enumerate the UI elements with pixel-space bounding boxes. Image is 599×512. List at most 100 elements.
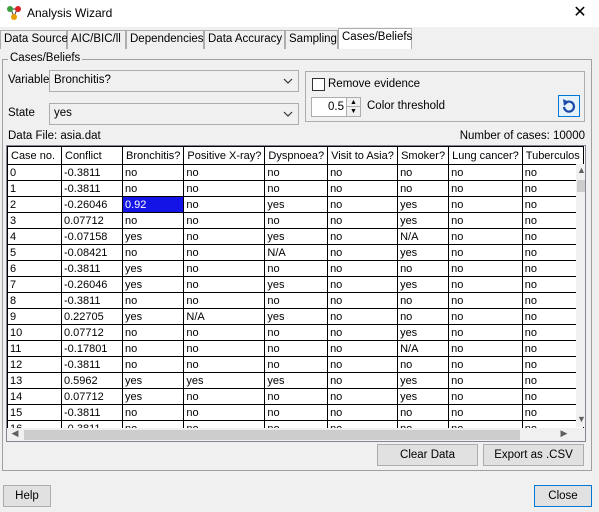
export-csv-button[interactable]: Export as .CSV — [483, 444, 584, 466]
table-row[interactable]: 7 -0.26046 yes no yes no yes no no — [7, 276, 584, 293]
table-cell[interactable]: no — [327, 292, 399, 309]
horizontal-scroll-thumb[interactable] — [24, 430, 520, 440]
table-cell[interactable]: -0.3811 — [61, 260, 123, 277]
scroll-right-icon[interactable]: ▶ — [559, 428, 569, 439]
table-cell[interactable]: no — [521, 180, 584, 197]
table-cell[interactable]: no — [327, 372, 399, 389]
table-cell[interactable]: no — [448, 340, 523, 357]
table-cell[interactable]: no — [397, 308, 450, 325]
table-cell[interactable]: no — [521, 260, 584, 277]
table-cell[interactable]: no — [183, 356, 266, 373]
table-cell[interactable]: N/A — [397, 340, 450, 357]
table-cell[interactable]: no — [183, 388, 266, 405]
tab-data-source[interactable]: Data Source — [0, 30, 68, 49]
vertical-scroll-thumb[interactable] — [577, 180, 585, 192]
table-cell[interactable]: no — [397, 292, 450, 309]
table-cell[interactable]: 0.5962 — [61, 372, 123, 389]
table-cell[interactable]: no — [264, 324, 329, 341]
window-close-button[interactable]: ✕ — [569, 2, 591, 24]
table-cell[interactable]: 7 — [7, 276, 62, 293]
table-cell[interactable]: no — [521, 212, 584, 229]
table-cell[interactable]: -0.3811 — [61, 404, 123, 421]
table-cell[interactable]: yes — [121, 260, 185, 277]
table-cell[interactable]: no — [264, 260, 329, 277]
table-cell[interactable]: no — [448, 292, 523, 309]
table-cell[interactable]: no — [327, 228, 399, 245]
table-cell[interactable]: no — [327, 212, 399, 229]
column-header[interactable]: Positive X-ray? — [183, 146, 266, 165]
table-cell[interactable]: no — [521, 340, 584, 357]
table-cell[interactable]: 11 — [7, 340, 62, 357]
table-cell[interactable]: no — [121, 356, 185, 373]
vertical-scrollbar[interactable]: ▲ ▼ — [576, 164, 585, 427]
column-header[interactable]: Lung cancer? — [448, 146, 523, 165]
table-cell[interactable]: 5 — [7, 244, 62, 261]
table-cell[interactable]: no — [264, 292, 329, 309]
table-cell[interactable]: no — [521, 244, 584, 261]
table-cell[interactable]: no — [264, 340, 329, 357]
table-cell[interactable]: no — [521, 356, 584, 373]
table-cell[interactable]: no — [183, 324, 266, 341]
table-cell[interactable]: -0.3811 — [61, 164, 123, 181]
table-cell[interactable]: no — [121, 212, 185, 229]
table-cell[interactable]: no — [521, 404, 584, 421]
table-cell[interactable]: no — [397, 260, 450, 277]
table-cell[interactable]: no — [448, 196, 523, 213]
table-cell[interactable]: no — [327, 340, 399, 357]
table-cell[interactable]: N/A — [397, 228, 450, 245]
table-cell[interactable]: no — [121, 404, 185, 421]
table-cell[interactable]: yes — [121, 372, 185, 389]
table-cell[interactable]: no — [521, 164, 584, 181]
table-cell[interactable]: -0.07158 — [61, 228, 123, 245]
table-cell[interactable]: no — [327, 196, 399, 213]
table-row[interactable]: 12 -0.3811 no no no no no no no — [7, 356, 584, 373]
refresh-button[interactable] — [558, 95, 580, 117]
table-cell[interactable]: no — [397, 180, 450, 197]
table-cell[interactable]: no — [448, 404, 523, 421]
table-cell[interactable]: yes — [264, 228, 329, 245]
table-cell[interactable]: no — [121, 244, 185, 261]
clear-data-button[interactable]: Clear Data — [377, 444, 478, 466]
table-row[interactable]: 2 -0.26046 0.92 no yes no yes no no — [7, 196, 584, 213]
table-cell[interactable]: yes — [397, 196, 450, 213]
tab-dependencies[interactable]: Dependencies — [126, 30, 204, 49]
table-cell[interactable]: yes — [397, 276, 450, 293]
table-cell[interactable]: no — [448, 372, 523, 389]
table-cell[interactable]: no — [448, 180, 523, 197]
table-cell[interactable]: no — [183, 212, 266, 229]
table-cell[interactable]: 1 — [7, 180, 62, 197]
table-row[interactable]: 4 -0.07158 yes no yes no N/A no no — [7, 228, 584, 245]
table-cell[interactable]: yes — [397, 244, 450, 261]
table-cell[interactable]: no — [264, 388, 329, 405]
table-cell[interactable]: no — [397, 164, 450, 181]
table-cell[interactable]: no — [264, 404, 329, 421]
column-header[interactable]: Conflict — [61, 146, 123, 165]
table-row[interactable]: 5 -0.08421 no no N/A no yes no no — [7, 244, 584, 261]
table-cell[interactable]: no — [183, 276, 266, 293]
table-cell[interactable]: N/A — [264, 244, 329, 261]
scroll-down-icon[interactable]: ▼ — [576, 414, 585, 424]
table-cell[interactable]: 2 — [7, 196, 62, 213]
table-cell[interactable]: no — [327, 404, 399, 421]
table-row[interactable]: 1 -0.3811 no no no no no no no — [7, 180, 584, 197]
table-cell[interactable]: 9 — [7, 308, 62, 325]
table-cell[interactable]: yes — [264, 196, 329, 213]
table-cell[interactable]: 0.22705 — [61, 308, 123, 325]
table-cell[interactable]: no — [327, 260, 399, 277]
table-cell[interactable]: no — [397, 356, 450, 373]
table-cell[interactable]: no — [264, 164, 329, 181]
table-cell[interactable]: no — [183, 260, 266, 277]
table-row[interactable]: 14 0.07712 yes no no no yes no no — [7, 388, 584, 405]
table-cell[interactable]: no — [521, 388, 584, 405]
close-button[interactable]: Close — [534, 485, 592, 507]
table-cell[interactable]: no — [448, 212, 523, 229]
table-cell[interactable]: yes — [264, 276, 329, 293]
table-cell[interactable]: yes — [264, 308, 329, 325]
table-cell[interactable]: 15 — [7, 404, 62, 421]
scroll-up-icon[interactable]: ▲ — [576, 165, 585, 175]
column-header[interactable]: Bronchitis? — [121, 146, 185, 165]
column-header[interactable]: Visit to Asia? — [327, 146, 399, 165]
help-button[interactable]: Help — [3, 485, 51, 507]
table-cell[interactable]: no — [183, 180, 266, 197]
table-cell[interactable]: yes — [121, 276, 185, 293]
